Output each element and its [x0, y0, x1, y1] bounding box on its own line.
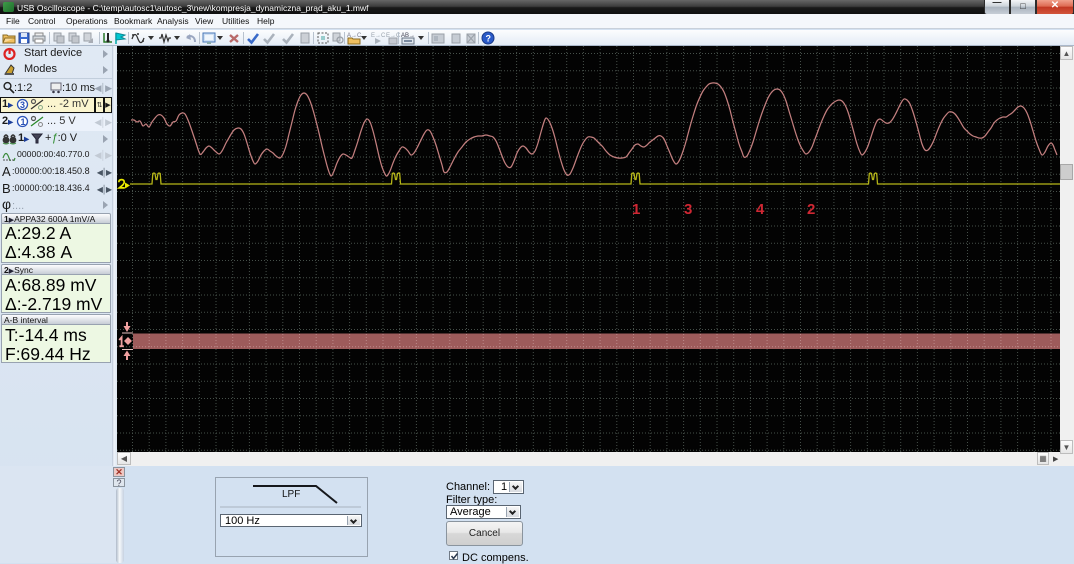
svg-text:LPF: LPF [282, 489, 300, 500]
svg-text:4: 4 [756, 201, 765, 218]
svg-text:1: 1 [21, 117, 26, 127]
svg-text:1: 1 [632, 201, 640, 218]
svg-text:2: 2 [807, 201, 815, 218]
svg-text:3: 3 [20, 100, 25, 110]
svg-text:3: 3 [684, 201, 692, 218]
svg-text:E→C: E→C [371, 33, 385, 39]
svg-text:?: ? [486, 34, 492, 44]
